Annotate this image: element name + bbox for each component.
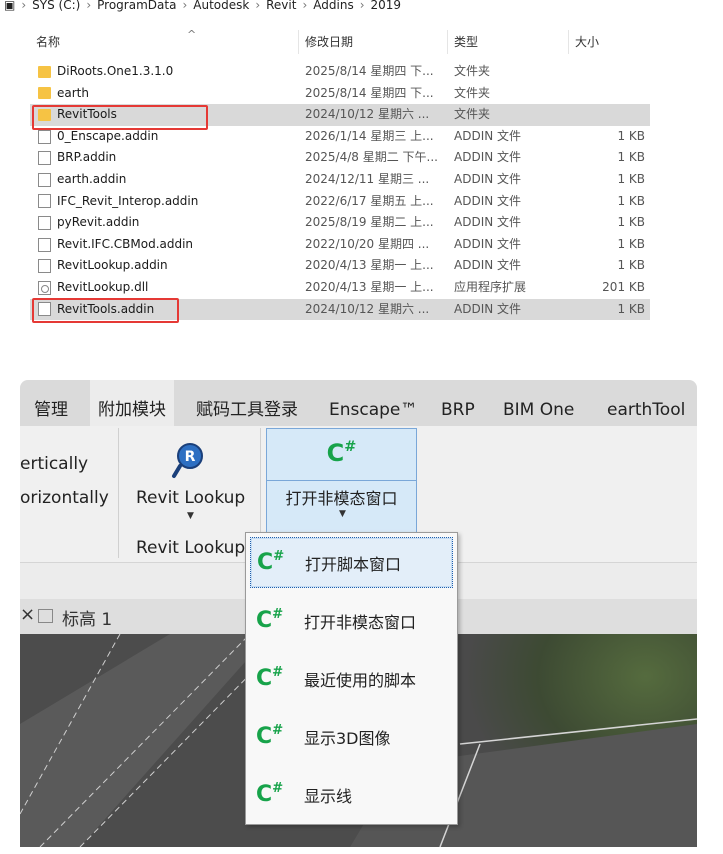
ribbon-tab-bar: 管理 附加模块 赋码工具登录 Enscape™ BRP BIM One eart… <box>20 380 697 426</box>
chevron-down-icon[interactable]: ▼ <box>339 509 346 519</box>
tab-addins[interactable]: 附加模块 <box>90 380 174 426</box>
file-icon <box>38 259 51 274</box>
sort-up-icon: ^ <box>187 28 197 41</box>
revit-lookup-icon: R <box>172 443 203 478</box>
file-list: DiRoots.One1.3.1.0 2025/8/14 星期四 下... 文件夹 … <box>30 61 650 321</box>
folder-icon <box>38 87 51 100</box>
drive-icon: ▣ <box>4 0 16 12</box>
distribute-horizontally-button[interactable]: orizontally <box>20 488 109 508</box>
breadcrumb-item[interactable]: Autodesk <box>193 0 249 12</box>
view-tab-level-1[interactable]: 标高 1 <box>62 605 112 630</box>
tab-enscape[interactable]: Enscape™ <box>329 380 417 426</box>
breadcrumb-item[interactable]: SYS (C:) <box>32 0 80 12</box>
file-row[interactable]: earth 2025/8/14 星期四 下... 文件夹 <box>30 83 650 105</box>
csharp-dropdown-menu: C# 打开脚本窗口 C# 打开非模态窗口 C# 最近使用的脚本 C# 显示3D图像 C#… <box>245 532 458 825</box>
file-row[interactable]: Revit.IFC.CBMod.addin 2022/10/20 星期四 ... A… <box>30 234 650 256</box>
file-icon <box>38 194 51 209</box>
revit-lookup-button[interactable]: Revit Lookup <box>136 488 245 508</box>
menu-item-recent-scripts[interactable]: C# 最近使用的脚本 <box>250 653 453 704</box>
file-row[interactable]: RevitLookup.addin 2020/4/13 星期一 上... ADDIN… <box>30 255 650 277</box>
svg-text:R: R <box>185 449 196 465</box>
column-header-type[interactable]: 类型 <box>447 30 572 54</box>
tab-manage[interactable]: 管理 <box>34 380 68 426</box>
breadcrumb: ▣ › SYS (C:) › ProgramData › Autodesk › Revit › Ad… <box>4 0 402 12</box>
menu-item-open-modeless-window[interactable]: C# 打开非模态窗口 <box>250 595 453 646</box>
breadcrumb-item[interactable]: 2019 <box>371 0 402 12</box>
menu-item-show-3d-image[interactable]: C# 显示3D图像 <box>250 711 453 762</box>
folder-icon <box>38 65 51 78</box>
revit-lookup-panel-label: Revit Lookup <box>136 538 246 558</box>
file-row[interactable]: BRP.addin 2025/4/8 星期二 下午... ADDIN 文件 1 KB <box>30 147 650 169</box>
modeless-window-label[interactable]: 打开非模态窗口 <box>267 485 416 509</box>
highlight-box <box>32 298 179 323</box>
csharp-icon: C# <box>326 439 357 468</box>
csharp-icon: C# <box>256 607 284 634</box>
column-header-name[interactable]: 名称 ^ <box>30 28 304 54</box>
menu-item-open-script-window[interactable]: C# 打开脚本窗口 <box>250 537 453 588</box>
highlight-box <box>32 105 208 130</box>
file-row[interactable]: RevitLookup.dll 2020/4/13 星期一 上... 应用程序扩展 2… <box>30 277 650 299</box>
distribute-vertically-button[interactable]: ertically <box>20 454 88 474</box>
column-header-size[interactable]: 大小 <box>568 30 655 54</box>
file-row[interactable]: IFC_Revit_Interop.addin 2022/6/17 星期五 上..… <box>30 191 650 213</box>
tab-bim-one[interactable]: BIM One <box>503 380 574 426</box>
floor-plan-icon <box>38 609 53 623</box>
csharp-icon: C# <box>256 781 284 808</box>
tab-earthtool[interactable]: earthTool <box>607 380 685 426</box>
file-row[interactable]: pyRevit.addin 2025/8/19 星期二 上... ADDIN 文件 1… <box>30 212 650 234</box>
breadcrumb-item[interactable]: Addins <box>313 0 353 12</box>
tab-brp[interactable]: BRP <box>441 380 475 426</box>
file-icon <box>38 172 51 187</box>
tab-coding-tool-login[interactable]: 赋码工具登录 <box>196 380 298 426</box>
dll-icon <box>38 280 51 295</box>
file-row[interactable]: DiRoots.One1.3.1.0 2025/8/14 星期四 下... 文件夹 <box>30 61 650 83</box>
file-icon <box>38 129 51 144</box>
modeless-window-split-button[interactable]: C# 打开非模态窗口 ▼ <box>266 428 417 533</box>
breadcrumb-item[interactable]: Revit <box>266 0 296 12</box>
csharp-icon: C# <box>256 723 284 750</box>
file-icon <box>38 215 51 230</box>
file-icon <box>38 151 51 166</box>
file-list-header: 名称 ^ 修改日期 类型 大小 <box>30 28 655 54</box>
close-icon[interactable]: × <box>20 604 35 625</box>
csharp-icon: C# <box>257 549 285 576</box>
menu-item-show-lines[interactable]: C# 显示线 <box>250 769 453 820</box>
file-icon <box>38 237 51 252</box>
chevron-down-icon: ▼ <box>187 511 194 521</box>
csharp-icon: C# <box>256 665 284 692</box>
breadcrumb-item[interactable]: ProgramData <box>97 0 176 12</box>
column-header-date[interactable]: 修改日期 <box>298 30 447 54</box>
file-row[interactable]: earth.addin 2024/12/11 星期三 ... ADDIN 文件 1 K… <box>30 169 650 191</box>
modeless-window-button-top[interactable]: C# <box>267 429 416 481</box>
ribbon-divider <box>118 428 119 558</box>
